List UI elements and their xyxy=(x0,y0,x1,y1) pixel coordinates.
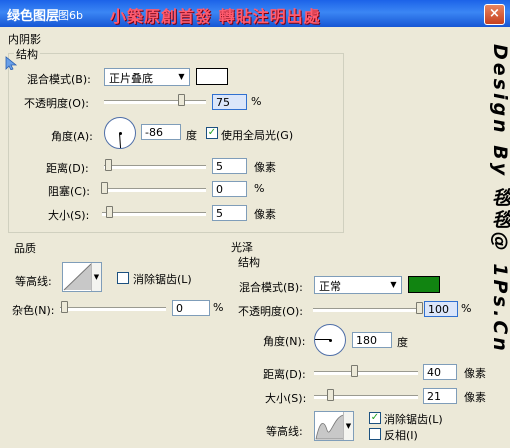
is-size-input[interactable]: 5 xyxy=(212,205,247,221)
gloss-contour-label: 等高线: xyxy=(266,425,303,438)
is-choke-slider[interactable] xyxy=(101,182,206,194)
is-opacity-input[interactable]: 75 xyxy=(212,94,247,110)
quality-antialias-label: 消除锯齿(L) xyxy=(133,273,192,286)
layer-style-window: 绿色图层 图6b 小築原創首發 轉貼注明出處 × 内阴影 结构 混合模式(B):… xyxy=(0,0,510,448)
slider-track xyxy=(313,308,419,312)
gloss-contour-picker[interactable]: ▼ xyxy=(314,411,354,441)
gloss-distance-label: 距离(D): xyxy=(263,368,306,381)
slider-track xyxy=(102,188,206,192)
slider-thumb[interactable] xyxy=(101,182,108,194)
slider-track xyxy=(104,165,206,169)
gloss-blend-mode-label: 混合模式(B): xyxy=(239,281,303,294)
quality-noise-unit: % xyxy=(213,301,224,314)
gloss-distance-slider[interactable] xyxy=(314,365,418,377)
is-blend-mode-value: 正片叠底 xyxy=(109,72,153,85)
is-distance-unit: 像素 xyxy=(254,161,276,174)
gloss-distance-unit: 像素 xyxy=(464,367,486,380)
gloss-title: 光泽 xyxy=(231,241,253,254)
is-distance-slider[interactable] xyxy=(104,159,206,171)
is-distance-input[interactable]: 5 xyxy=(212,158,247,174)
pointer-icon xyxy=(5,56,18,71)
is-size-label: 大小(S): xyxy=(48,209,90,222)
gloss-size-input[interactable]: 21 xyxy=(423,388,457,404)
is-angle-label: 角度(A): xyxy=(51,130,93,143)
slider-track xyxy=(102,212,206,216)
gloss-invert-checkbox[interactable] xyxy=(369,428,381,440)
gloss-size-slider[interactable] xyxy=(314,389,418,401)
quality-contour-picker[interactable]: ▼ xyxy=(62,262,102,292)
gloss-angle-label: 角度(N): xyxy=(263,335,306,348)
quality-title: 品质 xyxy=(14,242,36,255)
inner-shadow-structure-title: 结构 xyxy=(14,46,40,62)
inner-shadow-title: 内阴影 xyxy=(8,33,41,46)
is-color-swatch[interactable] xyxy=(196,68,228,85)
quality-noise-slider[interactable] xyxy=(60,301,166,313)
is-distance-label: 距离(D): xyxy=(46,162,89,175)
slider-thumb[interactable] xyxy=(416,302,423,314)
gloss-antialias-checkbox[interactable]: ✓ xyxy=(369,412,381,424)
is-blend-mode-select[interactable]: 正片叠底 ▼ xyxy=(104,68,190,86)
watermark-side: Design By 毯毯@ 1Ps.Cn xyxy=(489,44,510,354)
is-global-light-label: 使用全局光(G) xyxy=(221,129,294,142)
is-opacity-slider[interactable] xyxy=(104,94,206,106)
gloss-invert-label: 反相(I) xyxy=(384,429,418,442)
is-blend-mode-label: 混合模式(B): xyxy=(27,73,91,86)
chevron-down-icon: ▼ xyxy=(91,263,101,291)
quality-noise-label: 杂色(N): xyxy=(12,304,55,317)
slider-thumb[interactable] xyxy=(327,389,334,401)
watermark-top: 小築原創首發 轉貼注明出處 xyxy=(110,7,321,26)
contour-linear-icon xyxy=(63,263,92,291)
is-angle-unit: 度 xyxy=(186,129,197,142)
gloss-angle-unit: 度 xyxy=(397,336,408,349)
gloss-blend-mode-select[interactable]: 正常 ▼ xyxy=(314,276,402,294)
gloss-size-label: 大小(S): xyxy=(265,392,307,405)
slider-thumb[interactable] xyxy=(105,159,112,171)
gloss-antialias-label: 消除锯齿(L) xyxy=(384,413,443,426)
gloss-angle-input[interactable]: 180 xyxy=(352,332,392,348)
gloss-distance-input[interactable]: 40 xyxy=(423,364,457,380)
quality-antialias-checkbox[interactable] xyxy=(117,272,129,284)
is-choke-unit: % xyxy=(254,182,265,195)
is-angle-input[interactable]: -86 xyxy=(141,124,181,140)
chevron-down-icon: ▼ xyxy=(343,412,353,440)
is-size-unit: 像素 xyxy=(254,208,276,221)
is-choke-input[interactable]: 0 xyxy=(212,181,247,197)
slider-track xyxy=(60,307,166,311)
gloss-structure-title: 结构 xyxy=(238,256,260,269)
is-opacity-label: 不透明度(O): xyxy=(24,97,89,110)
slider-thumb[interactable] xyxy=(106,206,113,218)
close-button[interactable]: × xyxy=(484,4,505,25)
gloss-opacity-unit: % xyxy=(461,302,472,315)
quality-noise-input[interactable]: 0 xyxy=(172,300,210,316)
slider-thumb[interactable] xyxy=(61,301,68,313)
dial-hand xyxy=(119,133,122,149)
is-choke-label: 阻塞(C): xyxy=(48,185,90,198)
gloss-opacity-input[interactable]: 100 xyxy=(424,301,458,317)
chevron-down-icon: ▼ xyxy=(390,280,397,289)
is-opacity-unit: % xyxy=(251,95,262,108)
window-subtitle: 图6b xyxy=(58,9,83,22)
gloss-opacity-slider[interactable] xyxy=(313,302,423,314)
gloss-size-unit: 像素 xyxy=(464,391,486,404)
quality-contour-label: 等高线: xyxy=(15,275,52,288)
is-size-slider[interactable] xyxy=(102,206,206,218)
gloss-angle-dial[interactable] xyxy=(314,324,346,356)
gloss-opacity-label: 不透明度(O): xyxy=(238,305,303,318)
is-global-light-checkbox[interactable]: ✓ xyxy=(206,127,218,139)
slider-thumb[interactable] xyxy=(351,365,358,377)
window-title: 绿色图层 xyxy=(7,9,60,24)
dial-hand xyxy=(315,339,330,340)
gloss-blend-mode-value: 正常 xyxy=(319,280,341,293)
slider-thumb[interactable] xyxy=(177,94,185,106)
title-bar: 绿色图层 图6b 小築原創首發 轉貼注明出處 × xyxy=(0,0,510,27)
contour-ring-icon xyxy=(315,414,345,440)
gloss-color-swatch[interactable] xyxy=(408,276,440,293)
chevron-down-icon: ▼ xyxy=(178,72,185,81)
slider-track xyxy=(104,100,206,104)
slider-track xyxy=(314,371,418,375)
is-angle-dial[interactable] xyxy=(104,117,136,149)
